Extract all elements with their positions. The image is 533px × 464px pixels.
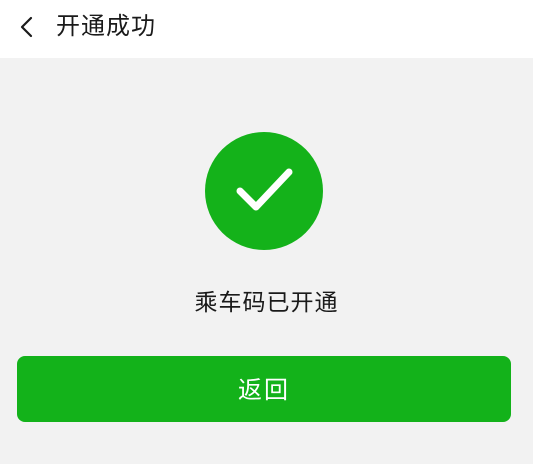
success-screen: 开通成功 乘车码已开通 返回 bbox=[0, 0, 533, 464]
back-button[interactable] bbox=[8, 7, 48, 47]
page-title: 开通成功 bbox=[56, 12, 156, 40]
status-message: 乘车码已开通 bbox=[194, 290, 339, 316]
checkmark-icon bbox=[236, 168, 293, 211]
chevron-left-icon bbox=[20, 16, 33, 38]
check-circle-icon bbox=[205, 132, 323, 250]
return-button[interactable]: 返回 bbox=[17, 356, 511, 422]
navigation-bar: 开通成功 bbox=[0, 0, 533, 58]
